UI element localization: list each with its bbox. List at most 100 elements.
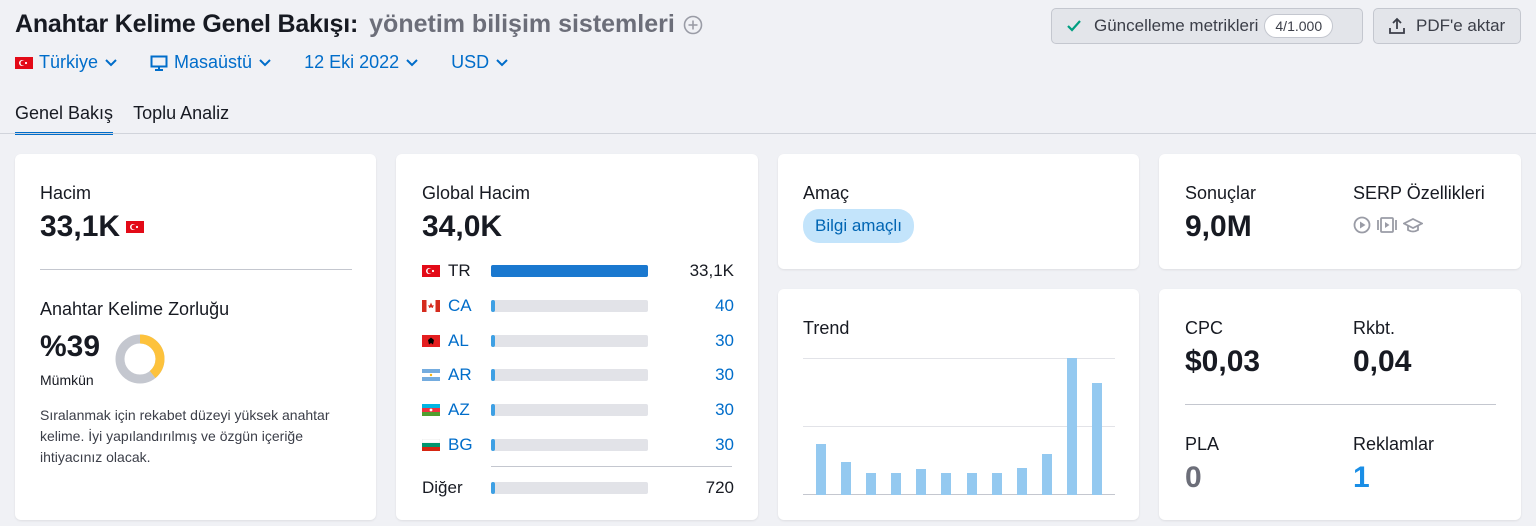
country-code: TR xyxy=(448,261,471,280)
kd-label: Anahtar Kelime Zorluğu xyxy=(40,299,230,319)
intent-card: Amaç Bilgi amaçlı xyxy=(778,154,1139,269)
country-row-other: Diğer 720 xyxy=(422,477,734,499)
date-filter[interactable]: 12 Eki 2022 xyxy=(304,52,419,73)
currency-filter-label: USD xyxy=(451,52,490,72)
country-code[interactable]: BG xyxy=(448,435,488,455)
update-metrics-label: Güncelleme metrikleri xyxy=(1094,16,1259,35)
country-code[interactable]: AZ xyxy=(448,400,488,420)
check-icon xyxy=(1067,20,1081,32)
country-row-bg[interactable]: BG 30 xyxy=(422,434,734,456)
share-bar xyxy=(491,482,648,494)
desktop-icon xyxy=(150,55,168,71)
country-volume[interactable]: 30 xyxy=(715,365,734,385)
video-icon[interactable] xyxy=(1353,216,1371,234)
knowledge-panel-icon[interactable] xyxy=(1403,216,1423,234)
tab-bulk-analysis[interactable]: Toplu Analiz xyxy=(133,103,229,135)
trend-bar[interactable] xyxy=(1092,383,1102,495)
share-bar xyxy=(491,439,648,451)
video-carousel-icon[interactable] xyxy=(1377,216,1397,234)
trend-bar[interactable] xyxy=(1017,468,1027,495)
intent-badge[interactable]: Bilgi amaçlı xyxy=(803,209,914,243)
kd-description: Sıralanmak için rekabet düzeyi yüksek an… xyxy=(40,407,330,465)
pla-value: 0 xyxy=(1185,461,1202,494)
trend-bar[interactable] xyxy=(941,473,951,495)
keyword-title: yönetim bilişim sistemleri xyxy=(369,10,675,38)
share-bar xyxy=(491,404,648,416)
volume-value: 33,1K xyxy=(40,210,121,243)
country-volume[interactable]: 30 xyxy=(715,331,734,351)
ads-count-value[interactable]: 1 xyxy=(1353,461,1370,495)
chevron-down-icon xyxy=(406,58,418,66)
share-bar-fill xyxy=(491,369,495,381)
albania-flag-icon xyxy=(422,335,440,347)
kd-value: %39 xyxy=(40,330,101,363)
page-title: Anahtar Kelime Genel Bakışı: xyxy=(15,10,359,38)
trend-bar[interactable] xyxy=(1042,454,1052,495)
other-volume: 720 xyxy=(705,478,734,497)
results-value: 9,0M xyxy=(1185,210,1252,243)
trend-card: Trend xyxy=(778,289,1139,520)
turkey-flag-icon xyxy=(126,221,145,233)
update-count-badge: 4/1.000 xyxy=(1264,14,1334,38)
intent-label: Amaç xyxy=(803,183,850,203)
results-label: Sonuçlar xyxy=(1185,183,1257,203)
chevron-down-icon xyxy=(105,58,117,66)
export-pdf-button[interactable]: PDF'e aktar xyxy=(1373,8,1521,44)
tab-overview[interactable]: Genel Bakış xyxy=(15,103,114,135)
ads-divider xyxy=(1185,404,1496,405)
volume-card: Hacim 33,1K Anahtar Kelime Zorluğu %39 M… xyxy=(15,154,376,520)
country-filter[interactable]: Türkiye xyxy=(15,52,118,73)
trend-bar[interactable] xyxy=(967,473,977,495)
country-volume[interactable]: 40 xyxy=(715,296,734,316)
page-title-row: Anahtar Kelime Genel Bakışı: yönetim bil… xyxy=(15,10,703,39)
bulgaria-flag-icon xyxy=(422,439,440,451)
azerbaijan-flag-icon xyxy=(422,404,440,416)
trend-chart xyxy=(803,358,1115,495)
trend-bar[interactable] xyxy=(916,469,926,495)
country-row-az[interactable]: AZ 30 xyxy=(422,399,734,421)
country-code[interactable]: CA xyxy=(448,296,488,316)
update-metrics-button[interactable]: Güncelleme metrikleri 4/1.000 xyxy=(1051,8,1363,44)
device-filter[interactable]: Masaüstü xyxy=(150,52,272,73)
global-volume-card: Global Hacim 34,0K TR 33,1K CA 40 AL 30 … xyxy=(396,154,758,520)
filter-bar: Türkiye Masaüstü 12 Eki 2022 USD xyxy=(15,52,541,73)
trend-bar[interactable] xyxy=(1067,358,1077,495)
country-row-ar[interactable]: AR 30 xyxy=(422,364,734,386)
ads-count-label: Reklamlar xyxy=(1353,434,1435,454)
country-volume: 33,1K xyxy=(689,261,734,280)
share-bar-fill xyxy=(491,265,648,277)
trend-bar[interactable] xyxy=(992,473,1002,495)
share-bar-fill xyxy=(491,335,495,347)
chevron-down-icon xyxy=(259,58,271,66)
turkey-flag-icon xyxy=(422,265,440,277)
currency-filter[interactable]: USD xyxy=(451,52,509,73)
country-row-ca[interactable]: CA 40 xyxy=(422,295,734,317)
country-volume[interactable]: 30 xyxy=(715,400,734,420)
share-bar xyxy=(491,265,648,277)
export-pdf-label: PDF'e aktar xyxy=(1416,16,1506,35)
results-card: Sonuçlar 9,0M SERP Özellikleri xyxy=(1159,154,1521,269)
pla-label: PLA xyxy=(1185,434,1220,454)
country-volume[interactable]: 30 xyxy=(715,435,734,455)
share-bar xyxy=(491,300,648,312)
trend-bar[interactable] xyxy=(891,473,901,495)
add-keyword-icon[interactable] xyxy=(683,15,703,35)
cpc-label: CPC xyxy=(1185,318,1224,338)
country-code[interactable]: AL xyxy=(448,331,488,351)
ads-card: CPC $0,03 Rkbt. 0,04 PLA 0 Reklamlar 1 xyxy=(1159,289,1521,520)
device-filter-label: Masaüstü xyxy=(174,52,253,72)
country-code[interactable]: AR xyxy=(448,365,488,385)
volume-divider xyxy=(40,269,352,270)
country-row-tr[interactable]: TR 33,1K xyxy=(422,260,734,282)
trend-bar[interactable] xyxy=(841,462,851,495)
share-bar-fill xyxy=(491,482,495,494)
turkey-flag-icon xyxy=(15,56,33,69)
competition-value: 0,04 xyxy=(1353,345,1412,378)
trend-label: Trend xyxy=(803,318,850,338)
trend-bar[interactable] xyxy=(816,444,826,495)
global-volume-value: 34,0K xyxy=(422,210,503,243)
share-bar xyxy=(491,369,648,381)
trend-bar[interactable] xyxy=(866,473,876,495)
volume-label: Hacim xyxy=(40,183,92,203)
country-row-al[interactable]: AL 30 xyxy=(422,330,734,352)
